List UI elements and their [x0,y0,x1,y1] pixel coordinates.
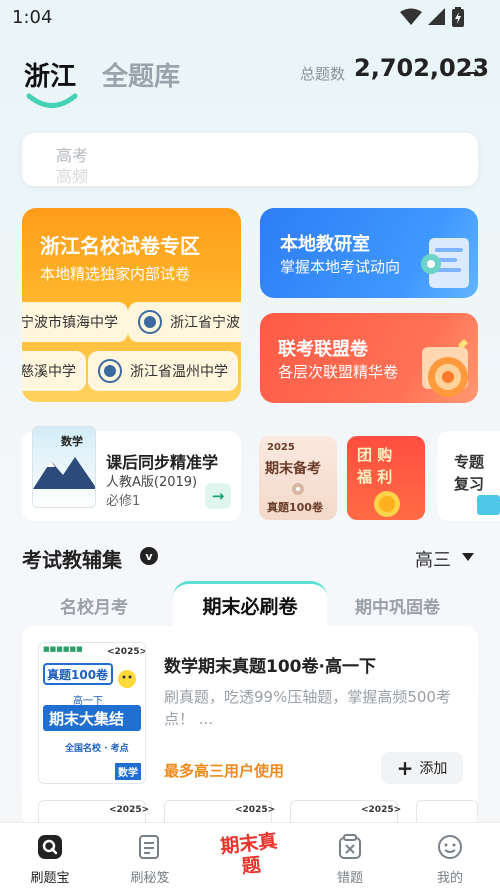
promo-final-exam[interactable]: 2025 期末备考 真题100卷 [259,436,337,520]
search-home-icon [38,835,62,859]
tab-region[interactable]: 浙江 [24,56,76,93]
school-chip[interactable]: 慈溪中学 [22,351,86,391]
book-title[interactable]: 数学期末真题100卷·高一下 [164,652,376,677]
top-nav: 浙江 全题库 总题数 2,702,023 → [0,48,500,118]
wifi-icon [400,8,422,25]
school-name: 浙江省温州中学 [130,364,228,380]
nav-label: 刷秘笈 [130,871,170,886]
cover-year: <2025> [107,647,146,657]
cover-title: 真题100卷 [47,668,109,682]
cover-brand: ■■■■■■ [43,645,83,653]
cover-footer: 全国名校 · 考点 [65,744,129,754]
tab-midterm-exam[interactable]: 期中巩固卷 [355,593,440,618]
school-name: 慈溪中学 [22,364,76,380]
tab-monthly-exam[interactable]: 名校月考 [60,593,128,618]
zhejiang-schools-card[interactable]: 浙江名校试卷专区 本地精选独家内部试卷 宁波市镇海中学 浙江省宁波中 慈溪中学 … [22,208,241,402]
tab-indicator [26,93,78,108]
nav-secrets[interactable]: 刷秘笈 [100,823,200,889]
clock: 1:04 [12,7,53,28]
mini-cover-year: <2025> [361,805,402,815]
school-chip[interactable]: 浙江省温州中学 [88,351,238,391]
nav-practice[interactable]: 刷题宝 [0,823,100,889]
document-illustration-icon [421,238,469,288]
nav-label: 刷题宝 [30,871,70,886]
add-book-button[interactable]: + 添加 [381,752,463,784]
status-icons [400,7,464,27]
bottom-nav: 刷题宝 刷秘笈 期末真题 错题 我的 [0,822,500,889]
joint-exam-card[interactable]: 联考联盟卷 各层次联盟精华卷 [260,313,478,403]
nav-mistakes[interactable]: 错题 [300,823,400,889]
add-button-label: 添加 [419,761,448,777]
sync-study-card[interactable]: 数学 课后同步精准学 人教A版(2019) 必修1 → [22,426,241,521]
card-title: 本地教研室 [280,234,370,255]
promo-line: 专题 [454,453,485,471]
search-placeholder-next: 高频 [56,167,89,186]
arrow-right-icon[interactable]: → [205,483,231,509]
textbook-cover: 数学 [32,426,96,508]
total-count-label[interactable]: 总题数 [300,63,345,84]
promo-line: 团 购 [357,446,393,464]
book-list-panel: ■■■■■■ <2025> 真题100卷 高一下 期末大集结 全国名校 · 考点… [22,626,478,826]
exam-subtabs: 名校月考 期末必刷卷 期中巩固卷 [0,581,500,627]
promo-line: 福 利 [357,468,393,486]
total-count-arrow-icon[interactable]: → [466,63,479,82]
card-title: 联考联盟卷 [278,339,368,360]
book-description: 刷真题，吃透99%压轴题，掌握高频500考点！ ... [164,688,451,728]
mini-cover-year: <2025> [109,805,150,815]
smile-face-icon [438,835,462,859]
status-bar: 1:04 [0,0,500,36]
book-cover[interactable]: ■■■■■■ <2025> 真题100卷 高一下 期末大集结 全国名校 · 考点… [38,642,146,784]
school-logo-icon [98,359,122,383]
school-name: 浙江省宁波中 [170,315,241,331]
chevron-down-icon[interactable] [462,553,474,561]
sync-title: 课后同步精准学 [106,453,219,472]
promo-topic-review[interactable]: 专题 复习 [437,431,500,521]
textbook-volume: 必修1 [106,494,141,509]
nav-label: 我的 [436,871,463,886]
wrong-answers-icon [339,834,361,859]
target-illustration-icon [422,339,468,397]
nav-final-exam[interactable]: 期末真题 [200,823,300,889]
cover-subject: 数学 [115,763,141,780]
plus-icon: + [396,756,414,780]
tab-final-exam-label: 期末必刷卷 [202,596,298,618]
cover-headline: 期末大集结 [49,710,125,728]
nav-label: 错题 [336,871,363,886]
flask-icon [292,483,304,495]
school-logo-icon [138,310,162,334]
search-input[interactable]: 高考 高频 [22,133,478,186]
battery-icon [452,7,464,27]
tab-final-exam[interactable]: 期末必刷卷 [173,581,327,627]
mini-cover-year: <2025> [235,805,276,815]
book-users-note: 最多高三用户使用 [164,762,285,780]
sun-icon [118,670,136,688]
card-title: 浙江名校试卷专区 [40,234,200,258]
mountain-illustration-icon [33,457,95,489]
coin-icon [374,491,400,517]
grade-select[interactable]: 高三 [415,546,451,572]
card-subtitle: 掌握本地考试动向 [280,258,401,276]
book-icon [477,495,500,515]
section-title: 考试教辅集 [22,548,122,572]
research-office-card[interactable]: 本地教研室 掌握本地考试动向 [260,208,478,298]
final-exam-logo: 期末真题 [219,830,279,878]
promo-year: 2025 [267,442,295,453]
vip-badge-icon: v [140,547,158,565]
signal-icon [428,8,445,25]
scroll-book-icon [139,835,159,859]
promo-title: 期末备考 [265,461,321,477]
card-subtitle: 各层次联盟精华卷 [278,363,399,381]
nav-profile[interactable]: 我的 [400,823,500,889]
tab-all-bank[interactable]: 全题库 [102,56,180,93]
promo-group-buy[interactable]: 团 购 福 利 [347,436,425,520]
school-chip[interactable]: 浙江省宁波中 [128,302,241,342]
textbook-subject: 数学 [61,435,83,448]
textbook-edition: 人教A版(2019) [106,475,198,490]
school-chip[interactable]: 宁波市镇海中学 [22,302,128,342]
school-name: 宁波市镇海中学 [22,315,118,331]
card-subtitle: 本地精选独家内部试卷 [40,265,191,283]
promo-subtitle: 真题100卷 [267,501,323,514]
